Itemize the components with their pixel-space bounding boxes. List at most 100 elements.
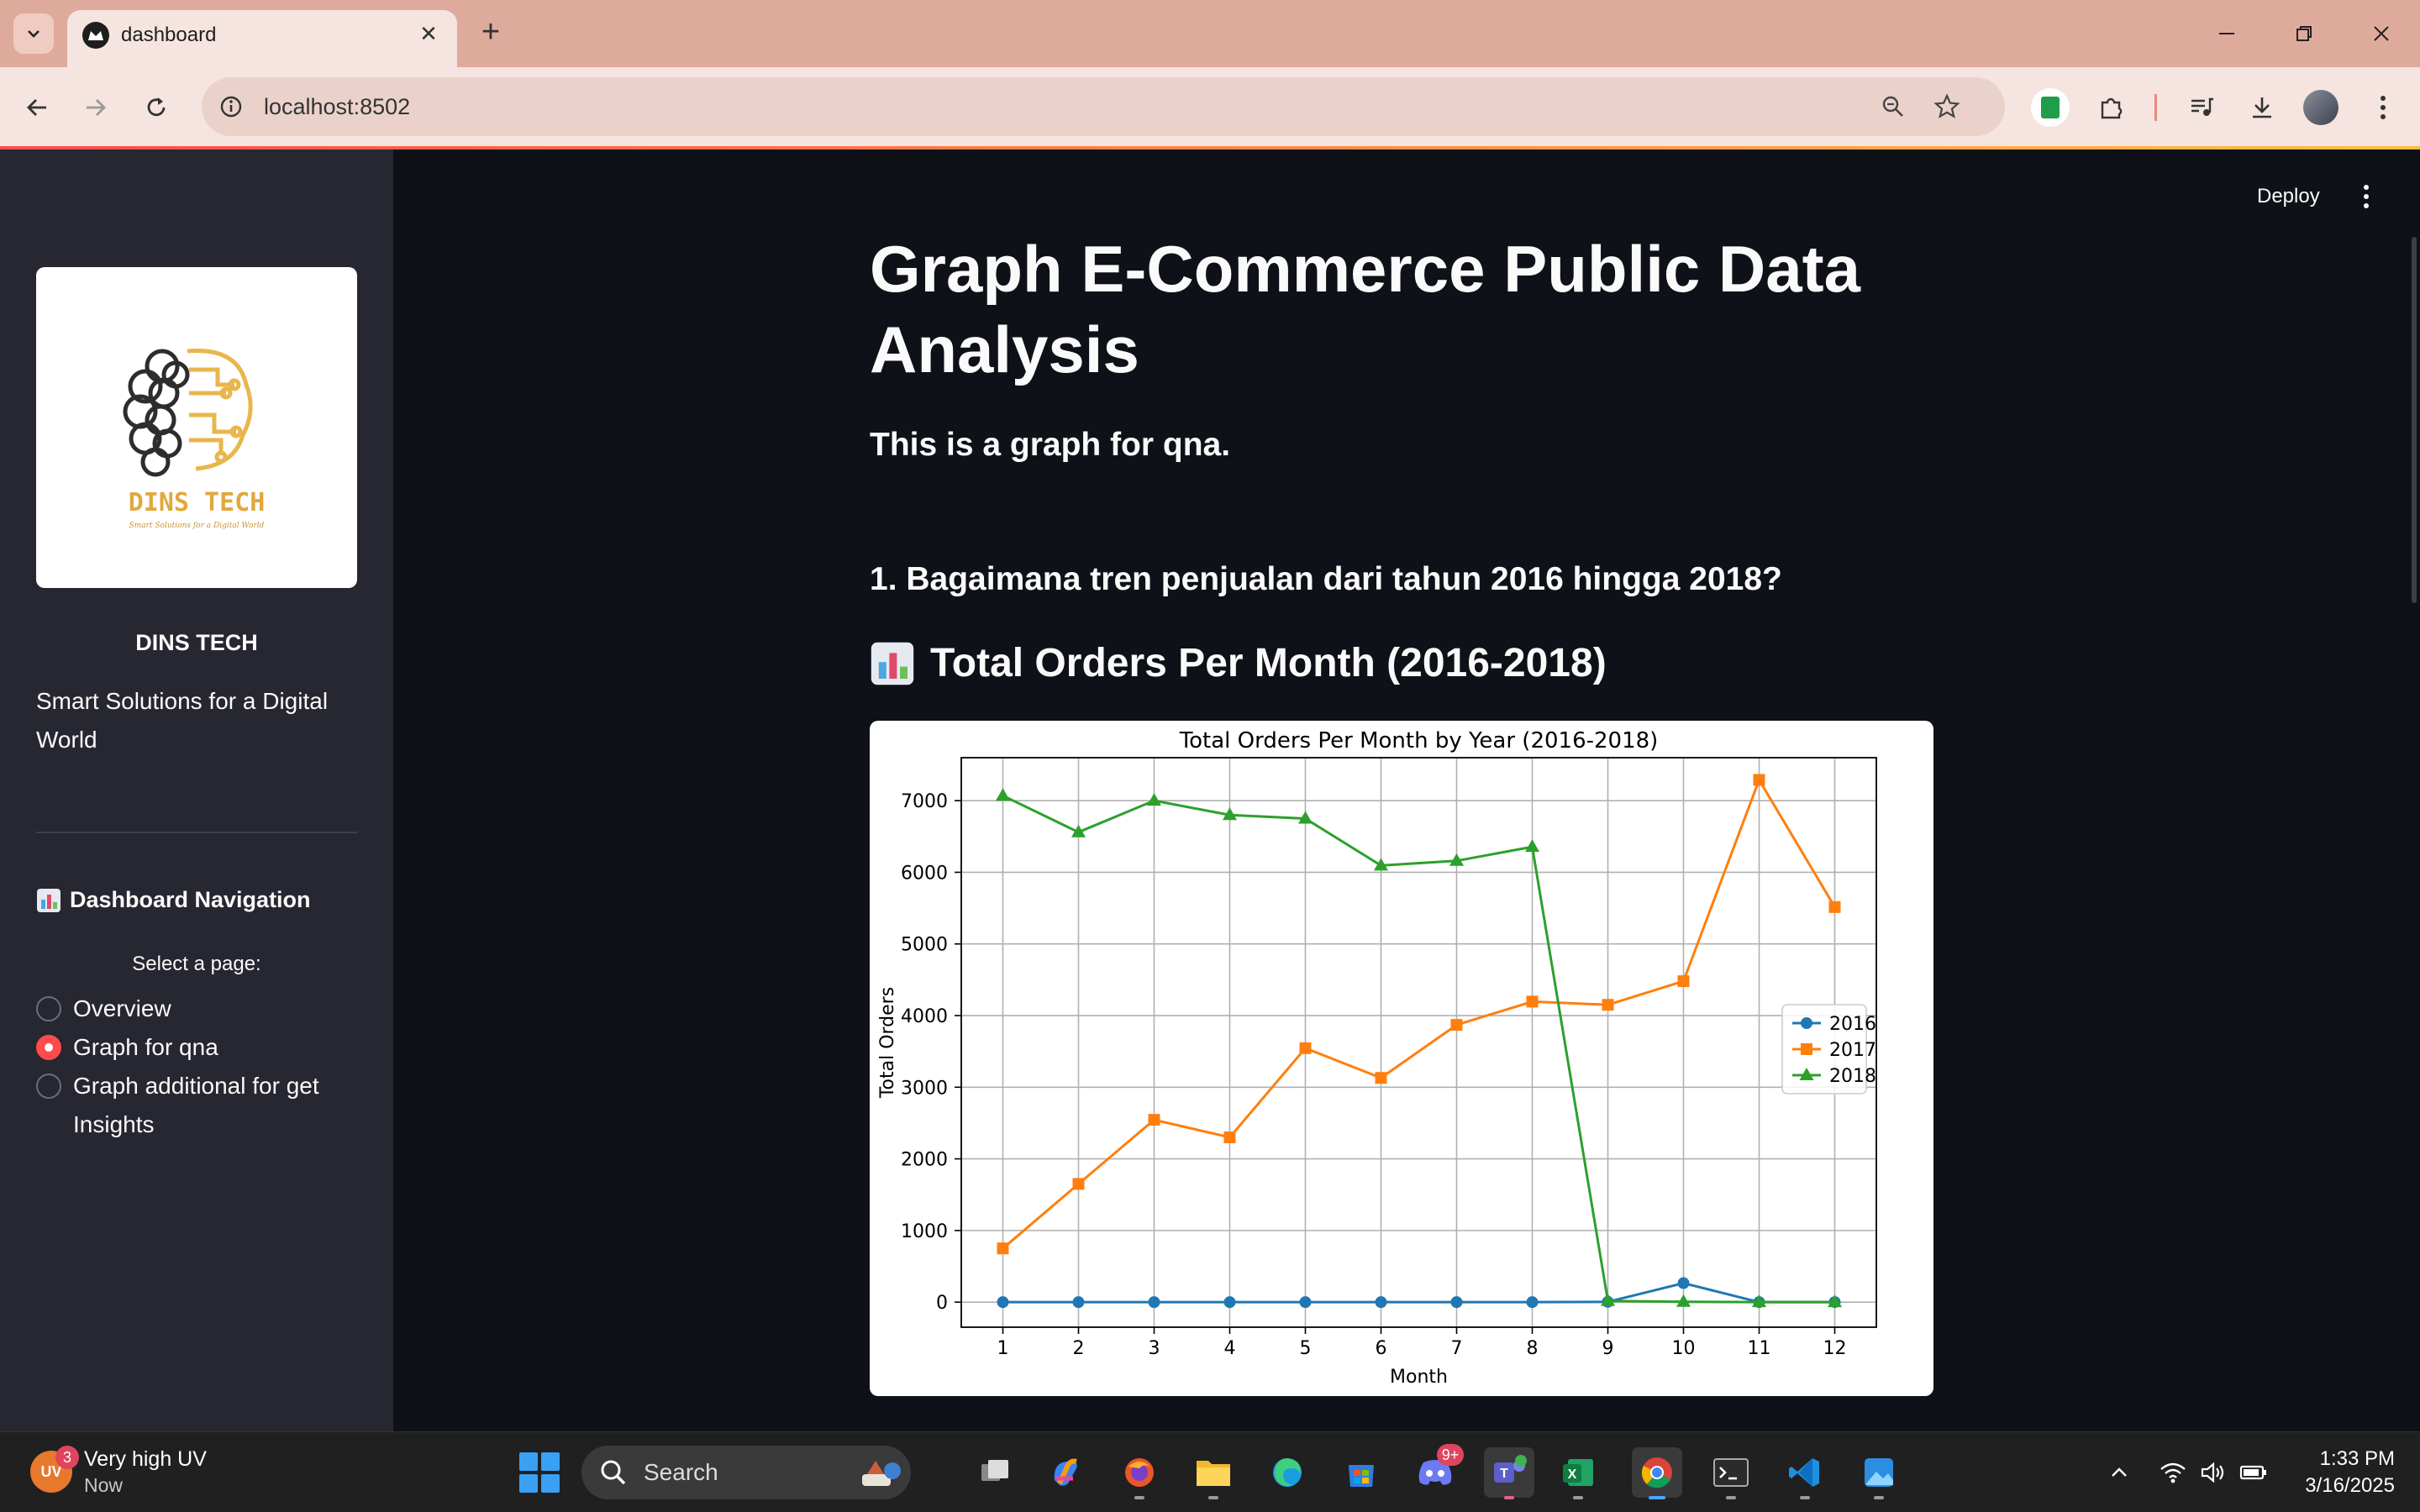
vscode-icon[interactable] — [1780, 1447, 1830, 1499]
y-tick-label: 4000 — [901, 1006, 948, 1027]
photos-app-icon[interactable] — [1854, 1447, 1904, 1499]
data-point-2018 — [996, 788, 1010, 801]
svg-text:T: T — [1500, 1467, 1508, 1481]
svg-text:DINS TECH: DINS TECH — [129, 488, 266, 517]
running-indicator — [1134, 1496, 1144, 1499]
chevron-up-icon[interactable] — [2102, 1456, 2136, 1489]
weather-subtitle: Now — [84, 1474, 124, 1496]
copilot-icon[interactable] — [1040, 1447, 1091, 1498]
address-bar[interactable]: localhost:8502 — [202, 77, 2005, 136]
radio-overview[interactable]: Overview — [36, 990, 171, 1028]
browser-tab-dashboard[interactable]: dashboard ✕ — [67, 10, 457, 67]
radio-graph-for-qna[interactable]: Graph for qna — [36, 1028, 218, 1067]
series-line-2016 — [1002, 1282, 1835, 1304]
y-axis-label: Total Orders — [877, 987, 898, 1099]
data-point-2016 — [1677, 1277, 1690, 1289]
brand-name: DINS TECH — [135, 630, 258, 655]
tab-search-button[interactable] — [13, 13, 54, 54]
data-point-2017 — [1450, 1019, 1463, 1032]
weather-badge: 3 — [55, 1446, 79, 1469]
data-point-2017 — [1753, 774, 1765, 786]
terminal-icon[interactable] — [1706, 1447, 1756, 1499]
profile-avatar[interactable] — [2299, 86, 2343, 129]
data-point-2017 — [1602, 999, 1614, 1011]
restore-icon[interactable] — [2279, 12, 2329, 55]
weather-title: Very high UV — [84, 1447, 207, 1471]
chrome-icon[interactable] — [1632, 1447, 1682, 1499]
y-tick-label: 5000 — [901, 935, 948, 956]
radio-button-selected[interactable] — [36, 1035, 61, 1060]
running-indicator — [1874, 1496, 1884, 1499]
microsoft-store-icon[interactable] — [1336, 1447, 1386, 1498]
brain-chip-logo-icon: DINS TECH Smart Solutions for a Digital … — [123, 349, 266, 530]
x-tick-label: 3 — [1149, 1338, 1160, 1359]
edge-icon[interactable] — [1262, 1447, 1313, 1498]
logo: DINS TECH Smart Solutions for a Digital … — [36, 267, 357, 588]
bookmark-star-icon[interactable] — [1929, 89, 1965, 124]
volume-icon[interactable] — [2196, 1456, 2230, 1489]
running-indicator — [1800, 1496, 1810, 1499]
data-point-2016 — [1072, 1296, 1085, 1309]
media-controls-icon[interactable] — [2180, 86, 2223, 129]
x-tick-label: 11 — [1748, 1338, 1771, 1359]
radio-button[interactable] — [36, 996, 61, 1021]
search-highlight-icon — [862, 1461, 901, 1486]
brand-tagline: Smart Solutions for a Digital World — [36, 688, 329, 753]
reload-icon[interactable] — [133, 84, 180, 131]
legend-label: 2016 — [1829, 1014, 1876, 1035]
data-point-2016 — [1375, 1296, 1387, 1309]
new-tab-button[interactable]: + — [471, 12, 511, 52]
y-tick-label: 0 — [936, 1293, 948, 1314]
minimize-icon[interactable] — [2202, 12, 2252, 55]
data-point-2016 — [1299, 1296, 1312, 1309]
battery-icon[interactable] — [2237, 1456, 2270, 1489]
deploy-button[interactable]: Deploy — [2257, 185, 2320, 208]
windows-start-icon[interactable] — [519, 1452, 560, 1493]
data-point-2017 — [1148, 1114, 1160, 1126]
nav-heading-text: Dashboard Navigation — [70, 887, 311, 912]
orders-line-chart: 1 2 3 4 5 6 7 8 9 10 11 120100020003000400050006000… — [877, 728, 1877, 1388]
radio-graph-additional[interactable]: Graph additional for get Insights — [36, 1067, 339, 1144]
teams-icon[interactable]: T — [1484, 1447, 1534, 1499]
taskbar-search[interactable]: Search — [581, 1446, 911, 1499]
forward-arrow-icon[interactable] — [72, 84, 119, 131]
sheets-extension-icon[interactable] — [2028, 86, 2072, 129]
windows-taskbar: UV 3 Very high UV Now Search 9+ T X 1:33… — [0, 1431, 2420, 1512]
wifi-icon[interactable] — [2156, 1456, 2190, 1489]
file-explorer-icon[interactable] — [1188, 1447, 1239, 1499]
radio-label: Graph for qna — [73, 1034, 218, 1060]
url-text: localhost:8502 — [264, 94, 411, 119]
page-title: Graph E-Commerce Public Data Analysis — [870, 232, 1860, 386]
excel-icon[interactable]: X — [1553, 1447, 1603, 1499]
running-indicator — [1573, 1496, 1583, 1499]
window-close-icon[interactable] — [2356, 12, 2407, 55]
site-info-icon[interactable] — [213, 89, 249, 124]
x-tick-label: 6 — [1376, 1338, 1387, 1359]
nav-heading: Dashboard Navigation — [36, 887, 311, 913]
chrome-menu-icon[interactable] — [2361, 86, 2405, 129]
zoom-icon[interactable] — [1876, 89, 1911, 124]
more-options-icon[interactable] — [2351, 181, 2381, 212]
clock-date: 3/16/2025 — [2305, 1474, 2395, 1497]
search-icon — [601, 1460, 626, 1485]
discord-icon[interactable]: 9+ — [1410, 1444, 1464, 1498]
task-view-icon[interactable] — [970, 1447, 1020, 1498]
weather-widget[interactable]: UV 3 — [30, 1446, 79, 1498]
firefox-icon[interactable] — [1114, 1447, 1165, 1499]
extensions-puzzle-icon[interactable] — [2089, 86, 2133, 129]
question-heading: 1. Bagaimana tren penjualan dari tahun 2… — [870, 561, 1782, 597]
download-icon[interactable] — [2240, 86, 2284, 129]
data-point-2017 — [1223, 1131, 1236, 1143]
x-tick-label: 10 — [1672, 1338, 1696, 1359]
x-tick-label: 4 — [1224, 1338, 1236, 1359]
back-arrow-icon[interactable] — [13, 84, 60, 131]
scrollbar-thumb[interactable] — [2412, 237, 2417, 603]
data-point-2017 — [1299, 1042, 1312, 1054]
y-tick-label: 2000 — [901, 1150, 948, 1171]
data-point-2016 — [997, 1296, 1009, 1309]
tab-close-icon[interactable]: ✕ — [413, 18, 444, 49]
main-content: Deploy Graph E-Commerce Public Data Anal… — [393, 150, 2420, 1431]
system-clock[interactable]: 1:33 PM 3/16/2025 — [2286, 1446, 2395, 1499]
radio-button[interactable] — [36, 1074, 61, 1099]
data-point-2017 — [997, 1242, 1009, 1255]
